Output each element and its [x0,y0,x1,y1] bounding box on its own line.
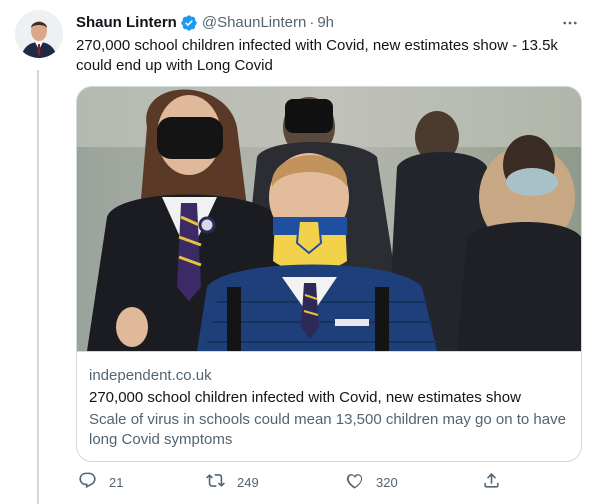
retweet-count: 249 [237,474,259,490]
retweet-button[interactable]: 249 [206,468,259,496]
thread-line [37,70,39,504]
author-name[interactable]: Shaun Lintern [76,13,177,33]
retweet-icon [206,471,225,493]
link-card[interactable]: independent.co.uk 270,000 school childre… [76,86,582,462]
avatar[interactable] [15,10,63,58]
more-options-icon[interactable] [558,11,582,35]
card-image[interactable] [77,87,581,351]
share-button[interactable] [482,468,501,496]
like-button[interactable]: 320 [345,468,398,496]
tweet-timestamp[interactable]: 9h [317,13,334,33]
verified-badge-icon [180,14,198,32]
author-handle[interactable]: @ShaunLintern [202,13,306,33]
card-body[interactable]: independent.co.uk 270,000 school childre… [77,351,581,461]
tweet-text: 270,000 school children infected with Co… [76,37,558,74]
share-icon [482,471,501,493]
reply-button[interactable]: 21 [78,468,123,496]
reply-icon [78,471,97,493]
separator-dot: · [309,14,315,31]
card-description: Scale of virus in schools could mean 13,… [89,411,566,448]
like-icon [345,471,364,493]
tweet-header: Shaun Lintern @ShaunLintern · 9h [76,13,582,33]
reply-count: 21 [109,474,124,490]
card-domain: independent.co.uk [89,367,212,384]
tweet-actions: 21 249 320 [70,468,510,496]
card-title: 270,000 school children infected with Co… [89,389,521,406]
like-count: 320 [376,474,398,490]
